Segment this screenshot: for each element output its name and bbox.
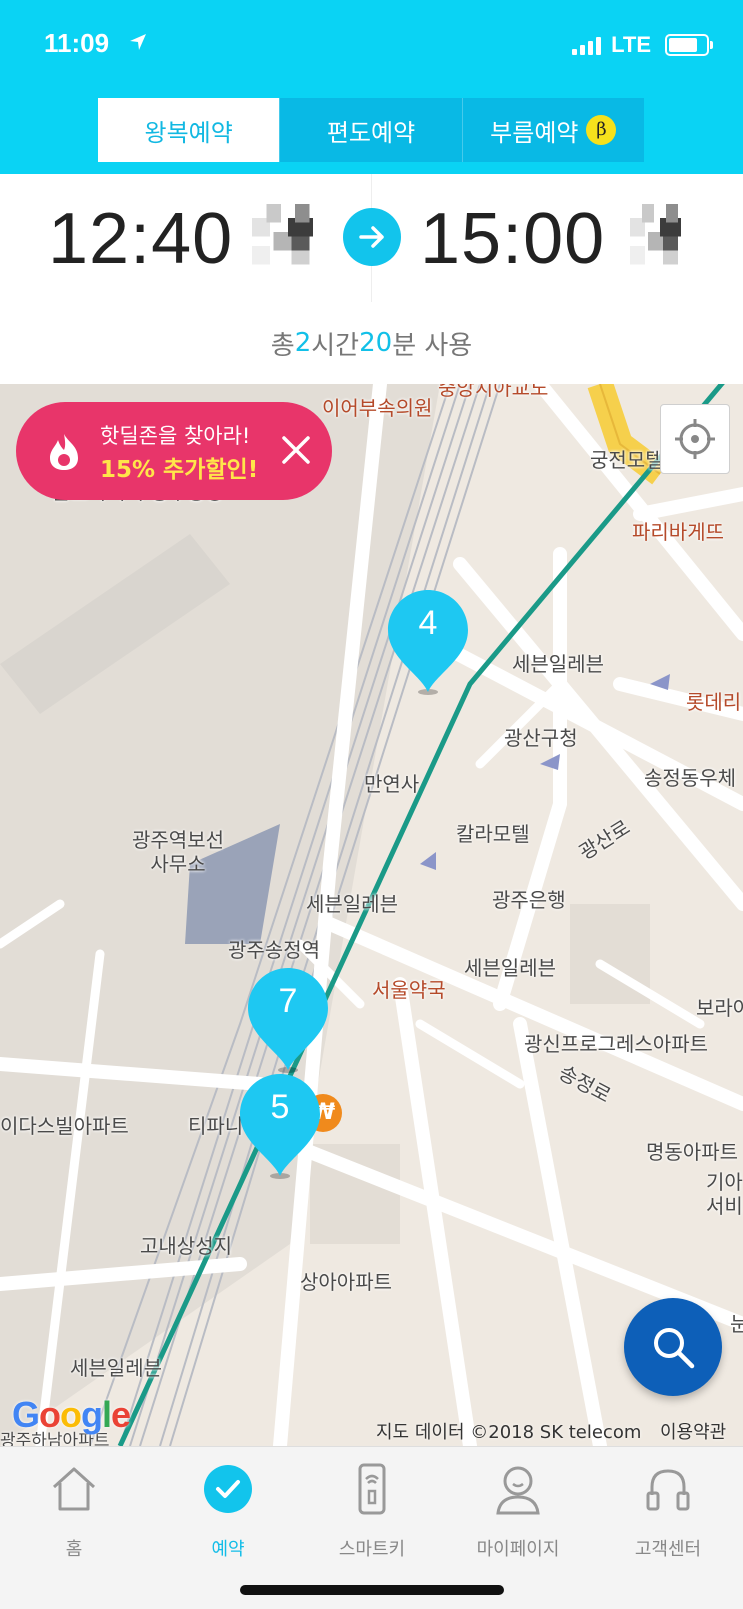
duration-hours: 2 [294, 328, 312, 358]
promo-discount: 15% 추가할인! [100, 457, 259, 483]
map-label: 고내상성지 [140, 1234, 232, 1258]
google-letter: o [39, 1394, 61, 1435]
map-label: 기아 서비 [706, 1170, 743, 1218]
nav-home[interactable]: 홈 [4, 1461, 144, 1561]
tab-round-trip[interactable]: 왕복예약 [98, 98, 280, 162]
map-label: 광주송정역 [228, 938, 320, 962]
promo-title: 핫딜존을 찾아라! [100, 424, 251, 448]
nav-label: 스마트키 [338, 1539, 406, 1560]
duration-minutes-unit: 분 사용 [392, 330, 473, 361]
nav-label: 고객센터 [634, 1539, 702, 1560]
map-label: 파리바게뜨 [632, 520, 724, 544]
hotdeal-promo-banner[interactable]: 핫딜존을 찾아라! 15% 추가할인! [16, 402, 332, 500]
map-label: 광산구청 [504, 726, 578, 750]
google-letter: o [60, 1394, 82, 1435]
signal-icon [572, 35, 602, 55]
close-icon[interactable] [278, 432, 314, 468]
google-letter: g [81, 1394, 103, 1435]
map-pin[interactable]: 7 [246, 966, 330, 1074]
headset-icon [646, 1469, 690, 1511]
blurred-date [252, 204, 324, 278]
tab-call[interactable]: 부름예약 β [461, 98, 644, 162]
map-view[interactable]: 중앙치아교노 이어부속의원 금호타이어 광주공장 궁전모텔 파리바게뜨 세븐일레… [0, 384, 743, 1446]
nav-label: 마이페이지 [476, 1539, 560, 1560]
app-header: 11:09 LTE 왕복예약 편도예약 부름예약 β [0, 0, 743, 174]
google-letter: G [12, 1394, 40, 1435]
nav-reservation[interactable]: 예약 [158, 1461, 298, 1561]
map-label: 송정동우체 [644, 766, 736, 790]
status-time: 11:09 [44, 28, 110, 58]
map-terms-link[interactable]: 이용약관 [660, 1418, 726, 1444]
nav-label: 예약 [211, 1539, 245, 1560]
user-icon [496, 1466, 540, 1515]
check-circle-icon [204, 1465, 252, 1513]
blurred-date [630, 204, 690, 278]
map-attribution: 지도 데이터 ©2018 SK telecom [376, 1422, 642, 1443]
map-label: 칼라모텔 [456, 822, 530, 846]
map-label: 이다스빌아파트 [0, 1114, 129, 1138]
home-icon [52, 1467, 96, 1511]
map-label: 티파니 [188, 1114, 244, 1138]
search-icon [654, 1328, 695, 1369]
arrow-right-icon [343, 208, 401, 266]
map-label: 서울약국 [372, 978, 446, 1002]
nav-support[interactable]: 고객센터 [598, 1461, 738, 1561]
tab-label: 편도예약 [326, 118, 416, 147]
tab-label: 왕복예약 [144, 118, 233, 147]
map-label: 만연사 [364, 772, 420, 796]
tab-label: 부름예약 [490, 118, 579, 147]
location-arrow-icon [130, 34, 146, 50]
nav-mypage[interactable]: 마이페이지 [448, 1461, 588, 1561]
pin-number: 5 [270, 1088, 290, 1126]
start-time[interactable]: 12:40 [48, 198, 233, 280]
map-label: 광주은행 [492, 888, 566, 912]
nav-smartkey[interactable]: 스마트키 [302, 1461, 442, 1561]
map-pin[interactable]: 4 [386, 588, 470, 696]
pin-number: 7 [278, 982, 298, 1020]
bottom-navigation: 홈 예약 스마트키 마이페이지 고객센터 [0, 1446, 743, 1609]
map-label: 광신프로그레스아파트 [524, 1032, 708, 1056]
map-label: 세븐일레븐 [464, 956, 556, 980]
home-indicator [240, 1585, 504, 1595]
pin-number: 4 [418, 604, 438, 642]
map-label: 세븐일레븐 [70, 1356, 162, 1380]
usage-duration: 총 2 시간 20 분 사용 [0, 302, 743, 384]
map-label: 중앙치아교노 [438, 384, 549, 400]
map-label: 이어부속의원 [322, 396, 433, 420]
reservation-tabs: 왕복예약 편도예약 부름예약 β [98, 98, 644, 162]
map-label: 눈 [730, 1312, 743, 1336]
duration-prefix: 총 [270, 330, 295, 361]
google-letter: e [111, 1394, 131, 1435]
status-indicators: LTE [572, 32, 713, 58]
duration-hours-unit: 시간 [311, 330, 360, 361]
battery-icon [665, 34, 713, 56]
smart-key-icon [358, 1463, 386, 1515]
google-letter: l [102, 1394, 112, 1435]
current-location-button[interactable] [660, 404, 730, 474]
time-selector: 12:40 15:00 [0, 174, 743, 303]
map-pin[interactable]: 5 [238, 1072, 322, 1180]
nav-label: 홈 [65, 1539, 83, 1560]
flame-icon [50, 434, 78, 470]
map-label: 명동아파트 [646, 1140, 738, 1164]
carrier-label: LTE [611, 32, 651, 57]
crosshair-icon [675, 419, 715, 459]
beta-badge: β [586, 115, 617, 145]
map-search-button[interactable] [624, 1298, 722, 1396]
map-label: 롯데리 [686, 690, 742, 714]
map-label: 상아아파트 [300, 1270, 392, 1294]
map-label: 세븐일레븐 [306, 892, 398, 916]
map-label: 광주역보선 사무소 [132, 828, 224, 876]
map-label: 보라아 [696, 996, 743, 1020]
map-label: 세븐일레븐 [512, 652, 604, 676]
map-label: 궁전모텔 [590, 448, 664, 472]
end-time[interactable]: 15:00 [420, 198, 605, 280]
duration-minutes: 20 [359, 328, 393, 358]
tab-one-way[interactable]: 편도예약 [279, 98, 462, 162]
google-logo: Google [12, 1394, 131, 1436]
